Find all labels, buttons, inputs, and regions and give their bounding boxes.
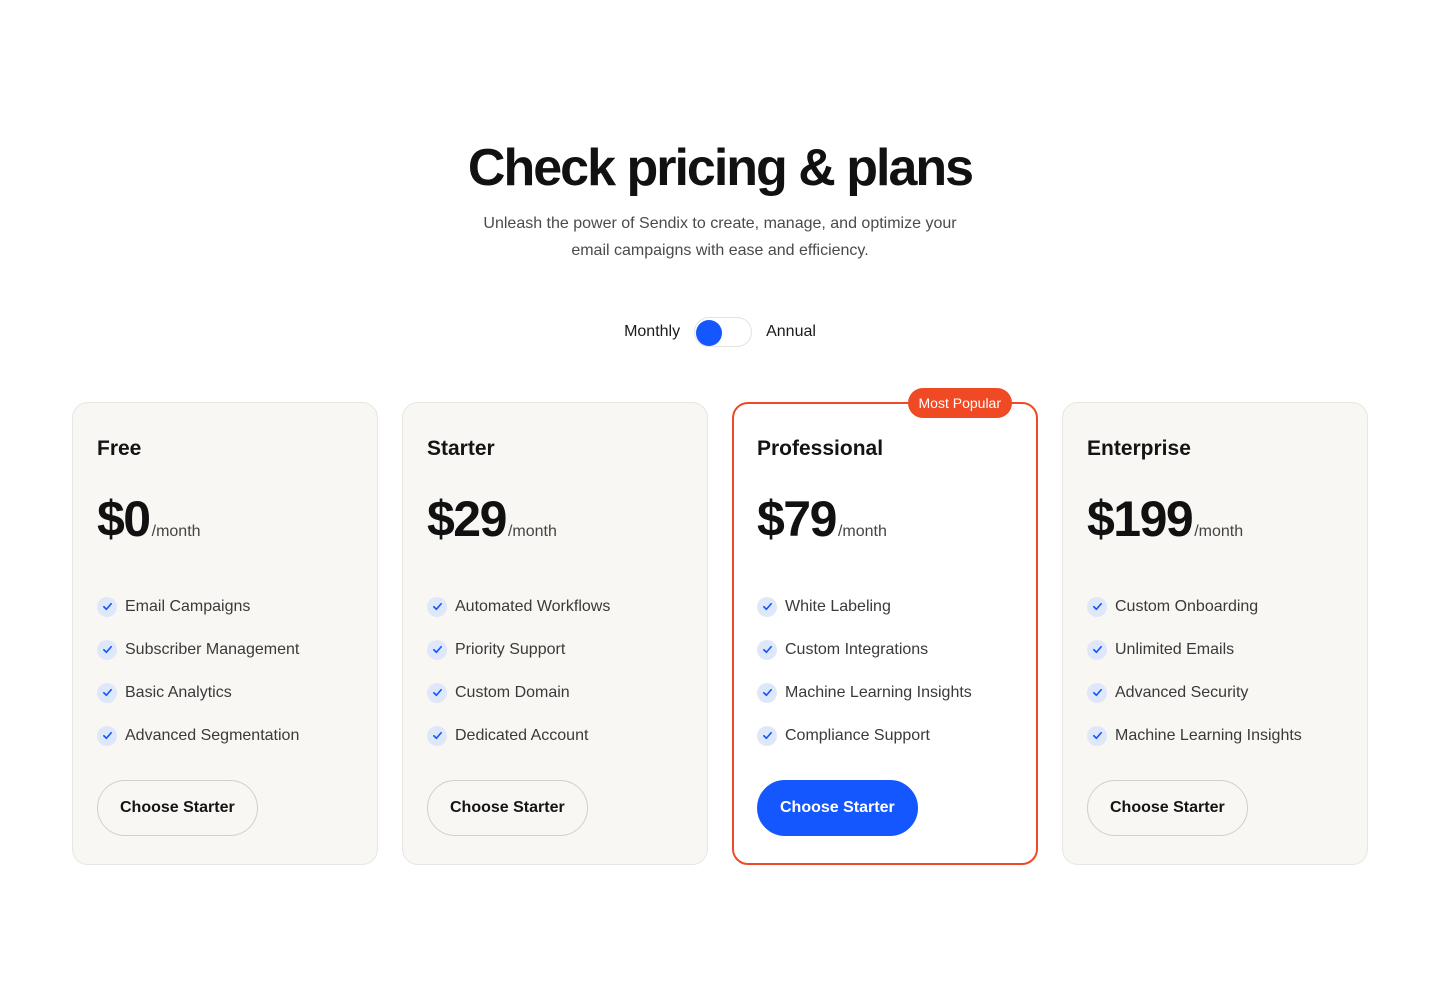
plan-card-free: Free $0 /month Email Campaigns Subscribe… xyxy=(72,402,378,865)
billing-toggle-row: Monthly Annual xyxy=(0,317,1440,347)
price-period: /month xyxy=(151,523,201,540)
feature-label: Automated Workflows xyxy=(455,597,611,615)
feature-label: Dedicated Account xyxy=(455,726,589,744)
feature-item: Advanced Security xyxy=(1087,671,1302,714)
feature-item: Custom Domain xyxy=(427,671,610,714)
plan-card-starter: Starter $29 /month Automated Workflows P… xyxy=(402,402,708,865)
feature-item: Compliance Support xyxy=(757,714,972,757)
price-row: $79 /month xyxy=(757,489,887,549)
choose-plan-button-starter[interactable]: Choose Starter xyxy=(427,780,588,836)
feature-item: Subscriber Management xyxy=(97,628,299,671)
feature-item: Automated Workflows xyxy=(427,585,610,628)
check-icon xyxy=(757,639,777,660)
check-icon xyxy=(1087,596,1107,617)
choose-plan-button-free[interactable]: Choose Starter xyxy=(97,780,258,836)
check-icon xyxy=(1087,725,1107,746)
feature-item: Basic Analytics xyxy=(97,671,299,714)
feature-label: Basic Analytics xyxy=(125,683,232,701)
feature-label: Subscriber Management xyxy=(125,640,300,658)
feature-item: Dedicated Account xyxy=(427,714,610,757)
plan-price: $199 xyxy=(1087,491,1194,547)
feature-label: Advanced Security xyxy=(1115,683,1249,701)
check-icon xyxy=(97,596,117,617)
check-icon xyxy=(427,682,447,703)
check-icon xyxy=(427,596,447,617)
feature-label: Custom Domain xyxy=(455,683,570,701)
feature-item: Email Campaigns xyxy=(97,585,299,628)
page-title: Check pricing & plans xyxy=(467,139,974,197)
check-icon xyxy=(427,639,447,660)
check-icon xyxy=(757,725,777,746)
check-icon xyxy=(1087,639,1107,660)
price-row: $199 /month xyxy=(1087,489,1243,549)
billing-period-toggle[interactable] xyxy=(694,317,753,347)
plan-name: Free xyxy=(97,437,142,460)
feature-list: Email Campaigns Subscriber Management Ba… xyxy=(97,585,299,757)
check-icon xyxy=(97,725,117,746)
choose-plan-button-enterprise[interactable]: Choose Starter xyxy=(1087,780,1248,836)
feature-label: Custom Integrations xyxy=(785,640,929,658)
check-icon xyxy=(1087,682,1107,703)
plan-price: $0 xyxy=(97,491,151,547)
feature-item: Custom Integrations xyxy=(757,628,972,671)
choose-plan-button-professional[interactable]: Choose Starter xyxy=(757,780,918,836)
feature-label: White Labeling xyxy=(785,597,891,615)
feature-label: Priority Support xyxy=(455,640,566,658)
price-row: $0 /month xyxy=(97,489,201,549)
feature-list: Custom Onboarding Unlimited Emails Advan… xyxy=(1087,585,1302,757)
price-period: /month xyxy=(1194,523,1244,540)
feature-item: White Labeling xyxy=(757,585,972,628)
check-icon xyxy=(427,725,447,746)
price-period: /month xyxy=(507,523,557,540)
feature-list: Automated Workflows Priority Support Cus… xyxy=(427,585,610,757)
plan-price: $79 xyxy=(757,491,837,547)
feature-label: Machine Learning Insights xyxy=(785,683,972,701)
plan-name: Professional xyxy=(757,437,884,460)
feature-label: Custom Onboarding xyxy=(1115,597,1259,615)
feature-label: Advanced Segmentation xyxy=(125,726,300,744)
pricing-cards: Free $0 /month Email Campaigns Subscribe… xyxy=(72,388,1368,865)
feature-label: Email Campaigns xyxy=(125,597,251,615)
annual-label[interactable]: Annual xyxy=(766,323,816,341)
feature-label: Compliance Support xyxy=(785,726,930,744)
check-icon xyxy=(757,682,777,703)
feature-item: Unlimited Emails xyxy=(1087,628,1302,671)
feature-item: Custom Onboarding xyxy=(1087,585,1302,628)
feature-label: Machine Learning Insights xyxy=(1115,726,1302,744)
feature-item: Advanced Segmentation xyxy=(97,714,299,757)
price-row: $29 /month xyxy=(427,489,557,549)
page-subtitle: Unleash the power of Sendix to create, m… xyxy=(483,215,957,259)
most-popular-badge: Most Popular xyxy=(907,388,1012,418)
plan-card-enterprise: Enterprise $199 /month Custom Onboarding… xyxy=(1062,402,1368,865)
check-icon xyxy=(757,596,777,617)
plan-card-professional: Most Popular Professional $79 /month Whi… xyxy=(732,388,1038,865)
plan-name: Enterprise xyxy=(1087,437,1191,460)
feature-item: Machine Learning Insights xyxy=(1087,714,1302,757)
feature-item: Machine Learning Insights xyxy=(757,671,972,714)
check-icon xyxy=(97,682,117,703)
plan-price: $29 xyxy=(427,491,507,547)
monthly-label[interactable]: Monthly xyxy=(624,323,680,341)
price-period: /month xyxy=(837,523,887,540)
feature-item: Priority Support xyxy=(427,628,610,671)
plan-name: Starter xyxy=(427,437,495,460)
toggle-knob xyxy=(696,320,723,346)
check-icon xyxy=(97,639,117,660)
feature-label: Unlimited Emails xyxy=(1115,640,1235,658)
feature-list: White Labeling Custom Integrations Machi… xyxy=(757,585,972,757)
